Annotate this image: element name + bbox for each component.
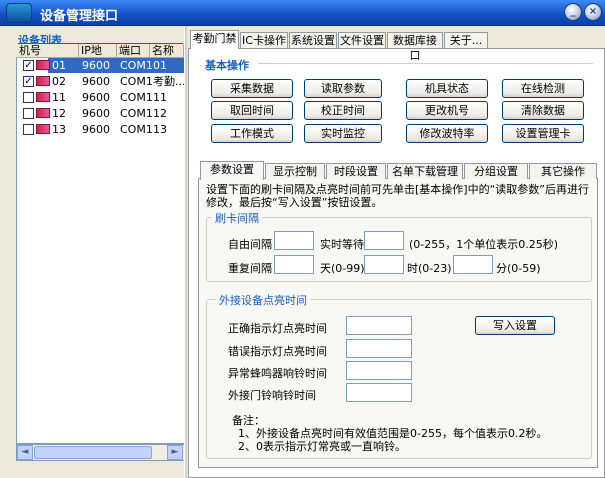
write-settings-button[interactable]: 写入设置: [475, 316, 555, 335]
door-bell-input[interactable]: [346, 383, 412, 402]
read-params-button[interactable]: 读取参数: [304, 79, 382, 98]
set-admin-card-button[interactable]: 设置管理卡: [502, 124, 584, 143]
device-checkbox-01[interactable]: ✓: [23, 60, 34, 71]
column-header-port[interactable]: 端口: [117, 44, 150, 58]
device-ip[interactable]: 9600: [82, 90, 110, 106]
tab-database[interactable]: 数据库接口: [387, 32, 443, 62]
device-id[interactable]: 12: [52, 106, 66, 122]
tab-ic-card[interactable]: IC卡操作: [240, 32, 288, 48]
clear-data-button[interactable]: 清除数据: [502, 101, 584, 120]
collect-data-button[interactable]: 采集数据: [211, 79, 293, 98]
change-id-button[interactable]: 更改机号: [406, 101, 488, 120]
device-port[interactable]: COM1: [120, 106, 153, 122]
device-icon: [36, 76, 50, 86]
scroll-right-icon[interactable]: ►: [167, 445, 183, 460]
realtime-wait-hint: (0-255，1个单位表示0.25秒): [409, 238, 559, 251]
device-id[interactable]: 11: [52, 90, 66, 106]
repeat-minute-input[interactable]: [453, 255, 493, 274]
repeat-day-label: 天(0-99): [320, 262, 365, 275]
subtab-other[interactable]: 其它操作: [529, 163, 597, 179]
scroll-left-icon[interactable]: ◄: [17, 445, 33, 460]
door-bell-label: 外接门铃响铃时间: [228, 389, 316, 402]
subtab-group[interactable]: 分组设置: [464, 163, 528, 179]
tab-file-settings[interactable]: 文件设置: [338, 32, 386, 48]
device-checkbox-13[interactable]: [23, 124, 34, 135]
device-id[interactable]: 13: [52, 122, 66, 138]
window-title: 设备管理接口: [40, 9, 119, 24]
subtab-timeslot[interactable]: 时段设置: [326, 163, 386, 179]
close-button[interactable]: ×: [584, 3, 602, 21]
basic-ops-divider: [258, 63, 593, 64]
tab-attendance-door[interactable]: 考勤门禁: [190, 30, 239, 49]
realtime-wait-label: 实时等待: [320, 238, 364, 251]
device-checkbox-12[interactable]: [23, 108, 34, 119]
realtime-monitor-button[interactable]: 实时监控: [304, 124, 382, 143]
repeat-day-input[interactable]: [274, 255, 314, 274]
repeat-minute-label: 分(0-59): [496, 262, 541, 275]
device-icon: [36, 108, 50, 118]
fetch-time-button[interactable]: 取回时间: [211, 101, 293, 120]
machine-status-button[interactable]: 机具状态: [406, 79, 488, 98]
repeat-hour-label: 时(0-23): [407, 262, 452, 275]
tab-about[interactable]: 关于...: [444, 32, 488, 48]
device-id[interactable]: 02: [52, 74, 66, 90]
online-check-button[interactable]: 在线检测: [502, 79, 584, 98]
repeat-hour-input[interactable]: [364, 255, 404, 274]
device-checkbox-02[interactable]: ✓: [23, 76, 34, 87]
device-name[interactable]: 考勤...: [153, 74, 184, 90]
device-name[interactable]: 11: [153, 90, 167, 106]
minimize-button[interactable]: _: [564, 3, 582, 21]
panel-splitter[interactable]: [184, 26, 187, 478]
repeat-interval-label: 重复间隔: [228, 262, 272, 275]
app-icon: [6, 3, 32, 23]
device-ip[interactable]: 9600: [82, 122, 110, 138]
card-interval-title: 刷卡间隔: [212, 210, 262, 226]
column-header-name[interactable]: 名称: [150, 44, 184, 58]
device-icon: [36, 92, 50, 102]
free-interval-input[interactable]: [274, 231, 314, 250]
subtab-display[interactable]: 显示控制: [265, 163, 325, 179]
device-id[interactable]: 01: [52, 58, 66, 74]
device-name[interactable]: 13: [153, 122, 167, 138]
error-light-input[interactable]: [346, 339, 412, 358]
device-port[interactable]: COM1: [120, 58, 153, 74]
device-checkbox-11[interactable]: [23, 92, 34, 103]
device-port[interactable]: COM1: [120, 90, 153, 106]
tab-system-settings[interactable]: 系统设置: [289, 32, 337, 48]
column-header-id[interactable]: 机号: [17, 44, 79, 58]
change-baud-button[interactable]: 修改波特率: [406, 124, 488, 143]
column-header-ip[interactable]: IP地址...: [79, 44, 117, 71]
basic-ops-title: 基本操作: [205, 59, 249, 72]
note-line-2: 2、0表示指示灯常亮或一直响铃。: [238, 440, 406, 453]
device-name[interactable]: 12: [153, 106, 167, 122]
work-mode-button[interactable]: 工作模式: [211, 124, 293, 143]
correct-light-label: 正确指示灯点亮时间: [228, 322, 327, 335]
subtab-params[interactable]: 参数设置: [200, 161, 264, 180]
correct-time-button[interactable]: 校正时间: [304, 101, 382, 120]
device-ip[interactable]: 9600: [82, 58, 110, 74]
subtab-list-download[interactable]: 名单下载管理: [387, 163, 463, 179]
device-icon: [36, 124, 50, 134]
device-ip[interactable]: 9600: [82, 74, 110, 90]
buzzer-input[interactable]: [346, 361, 412, 380]
device-port[interactable]: COM1: [120, 74, 153, 90]
realtime-wait-input[interactable]: [364, 231, 404, 250]
external-device-title: 外接设备点亮时间: [216, 292, 310, 308]
device-ip[interactable]: 9600: [82, 106, 110, 122]
buzzer-label: 异常蜂鸣器响铃时间: [228, 367, 327, 380]
correct-light-input[interactable]: [346, 316, 412, 335]
device-icon: [36, 60, 50, 70]
device-port[interactable]: COM1: [120, 122, 153, 138]
params-instruction: 设置下面的刷卡间隔及点亮时间前可先单击[基本操作]中的“读取参数”后再进行修改，…: [206, 183, 589, 209]
device-name[interactable]: 01: [153, 58, 167, 74]
scrollbar-thumb[interactable]: [34, 446, 152, 459]
free-interval-label: 自由间隔: [228, 238, 272, 251]
error-light-label: 错误指示灯点亮时间: [228, 345, 327, 358]
